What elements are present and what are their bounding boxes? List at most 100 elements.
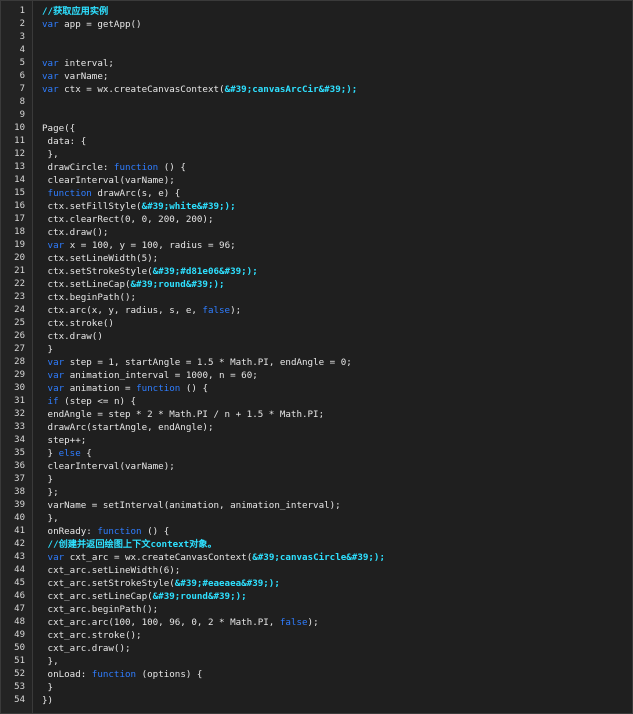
code-line[interactable]: var x = 100, y = 100, radius = 96; bbox=[42, 239, 632, 252]
text-token: ctx.stroke() bbox=[42, 318, 114, 329]
text-token: ctx.setStrokeStyle( bbox=[42, 266, 153, 277]
line-number: 37 bbox=[14, 474, 25, 484]
text-token: }, bbox=[42, 656, 59, 667]
code-line[interactable]: } else { bbox=[42, 447, 632, 460]
code-editor[interactable]: 1 2 3 4 5 6 7 8 9 10 11 12 13 14 15 16 17 18 19 20 21 22 23 24 2… bbox=[0, 0, 633, 714]
code-line[interactable]: }) bbox=[42, 694, 632, 707]
line-number: 48 bbox=[14, 617, 25, 627]
text-token: drawArc(s, e) { bbox=[91, 188, 181, 199]
string-token: &#39;white&#39;); bbox=[141, 201, 236, 212]
code-line[interactable]: Page({ bbox=[42, 122, 632, 135]
text-token: clearInterval(varName); bbox=[42, 175, 175, 186]
string-token: &#39;round&#39;); bbox=[152, 591, 247, 602]
line-number: 10 bbox=[14, 123, 25, 133]
line-number: 40 bbox=[14, 513, 25, 523]
code-line[interactable]: }; bbox=[42, 486, 632, 499]
code-line[interactable]: ctx.draw(); bbox=[42, 226, 632, 239]
keyword-token: if bbox=[47, 396, 59, 407]
keyword-token: false bbox=[279, 617, 308, 628]
line-number: 29 bbox=[14, 370, 25, 380]
code-line[interactable]: ctx.clearRect(0, 0, 200, 200); bbox=[42, 213, 632, 226]
line-number: 1 bbox=[19, 6, 25, 16]
text-token: ); bbox=[230, 305, 242, 316]
code-line[interactable]: data: { bbox=[42, 135, 632, 148]
code-line[interactable]: ctx.setLineCap(&#39;round&#39;); bbox=[42, 278, 632, 291]
code-line[interactable]: step++; bbox=[42, 434, 632, 447]
line-number: 52 bbox=[14, 669, 25, 679]
code-line[interactable]: var ctx = wx.createCanvasContext(&#39;ca… bbox=[42, 83, 632, 96]
text-token: ctx.setFillStyle( bbox=[42, 201, 142, 212]
code-area[interactable]: //获取应用实例 var app = getApp() var interval; v… bbox=[33, 1, 632, 713]
code-line[interactable]: //创建并返回绘图上下文context对象。 bbox=[42, 538, 632, 551]
code-line[interactable]: onReady: function () { bbox=[42, 525, 632, 538]
line-number: 43 bbox=[14, 552, 25, 562]
string-token: &#39;canvasCircle&#39;); bbox=[252, 552, 385, 563]
code-line[interactable] bbox=[42, 96, 632, 109]
code-line[interactable]: cxt_arc.arc(100, 100, 96, 0, 2 * Math.PI… bbox=[42, 616, 632, 629]
text-token: ctx = wx.createCanvasContext( bbox=[58, 84, 225, 95]
line-number: 39 bbox=[14, 500, 25, 510]
code-line[interactable]: ctx.arc(x, y, radius, s, e, false); bbox=[42, 304, 632, 317]
code-line[interactable]: ctx.setStrokeStyle(&#39;#d81e06&#39;); bbox=[42, 265, 632, 278]
text-token: onLoad: bbox=[42, 669, 92, 680]
code-line[interactable]: }, bbox=[42, 655, 632, 668]
code-line[interactable]: var cxt_arc = wx.createCanvasContext(&#3… bbox=[42, 551, 632, 564]
code-line[interactable]: var animation_interval = 1000, n = 60; bbox=[42, 369, 632, 382]
code-line[interactable]: } bbox=[42, 681, 632, 694]
text-token: (step <= n) { bbox=[58, 396, 137, 407]
code-line[interactable]: endAngle = step * 2 * Math.PI / n + 1.5 … bbox=[42, 408, 632, 421]
code-line[interactable] bbox=[42, 109, 632, 122]
code-line[interactable] bbox=[42, 44, 632, 57]
code-line[interactable]: //获取应用实例 bbox=[42, 5, 632, 18]
line-number: 50 bbox=[14, 643, 25, 653]
code-line[interactable]: var interval; bbox=[42, 57, 632, 70]
code-line[interactable]: } bbox=[42, 343, 632, 356]
text-token: clearInterval(varName); bbox=[42, 461, 175, 472]
code-line[interactable]: }, bbox=[42, 148, 632, 161]
code-line[interactable]: cxt_arc.setLineCap(&#39;round&#39;); bbox=[42, 590, 632, 603]
code-line[interactable]: } bbox=[42, 473, 632, 486]
code-line[interactable]: onLoad: function (options) { bbox=[42, 668, 632, 681]
line-number: 54 bbox=[14, 695, 25, 705]
code-line[interactable]: ctx.setFillStyle(&#39;white&#39;); bbox=[42, 200, 632, 213]
code-line[interactable]: cxt_arc.setLineWidth(6); bbox=[42, 564, 632, 577]
code-line[interactable]: cxt_arc.stroke(); bbox=[42, 629, 632, 642]
keyword-token: function bbox=[91, 669, 137, 680]
text-token: } bbox=[42, 682, 54, 693]
code-line[interactable]: }, bbox=[42, 512, 632, 525]
code-line[interactable]: if (step <= n) { bbox=[42, 395, 632, 408]
code-line[interactable]: drawCircle: function () { bbox=[42, 161, 632, 174]
text-token: x = 100, y = 100, radius = 96; bbox=[64, 240, 236, 251]
code-line[interactable]: ctx.setLineWidth(5); bbox=[42, 252, 632, 265]
line-number: 38 bbox=[14, 487, 25, 497]
code-line[interactable]: cxt_arc.draw(); bbox=[42, 642, 632, 655]
code-line[interactable]: ctx.beginPath(); bbox=[42, 291, 632, 304]
line-number: 28 bbox=[14, 357, 25, 367]
code-line[interactable]: varName = setInterval(animation, animati… bbox=[42, 499, 632, 512]
line-number: 11 bbox=[14, 136, 25, 146]
text-token: varName = setInterval(animation, animati… bbox=[42, 500, 341, 511]
string-token: &#39;#eaeaea&#39;); bbox=[174, 578, 280, 589]
line-number: 23 bbox=[14, 292, 25, 302]
code-line[interactable] bbox=[42, 31, 632, 44]
code-line[interactable]: ctx.stroke() bbox=[42, 317, 632, 330]
line-number: 53 bbox=[14, 682, 25, 692]
line-number: 30 bbox=[14, 383, 25, 393]
code-line[interactable]: clearInterval(varName); bbox=[42, 174, 632, 187]
line-number: 24 bbox=[14, 305, 25, 315]
string-token: &#39;canvasArcCir&#39;); bbox=[224, 84, 358, 95]
code-line[interactable]: var varName; bbox=[42, 70, 632, 83]
line-number: 51 bbox=[14, 656, 25, 666]
code-line[interactable]: var animation = function () { bbox=[42, 382, 632, 395]
text-token: ctx.clearRect(0, 0, 200, 200); bbox=[42, 214, 214, 225]
code-line[interactable]: cxt_arc.beginPath(); bbox=[42, 603, 632, 616]
code-line[interactable]: ctx.draw() bbox=[42, 330, 632, 343]
code-line[interactable]: drawArc(startAngle, endAngle); bbox=[42, 421, 632, 434]
code-line[interactable]: cxt_arc.setStrokeStyle(&#39;#eaeaea&#39;… bbox=[42, 577, 632, 590]
code-line[interactable]: clearInterval(varName); bbox=[42, 460, 632, 473]
code-line[interactable]: var app = getApp() bbox=[42, 18, 632, 31]
line-number: 25 bbox=[14, 318, 25, 328]
code-line[interactable]: var step = 1, startAngle = 1.5 * Math.PI… bbox=[42, 356, 632, 369]
code-line[interactable]: function drawArc(s, e) { bbox=[42, 187, 632, 200]
comment-token: //获取应用实例 bbox=[42, 6, 109, 17]
